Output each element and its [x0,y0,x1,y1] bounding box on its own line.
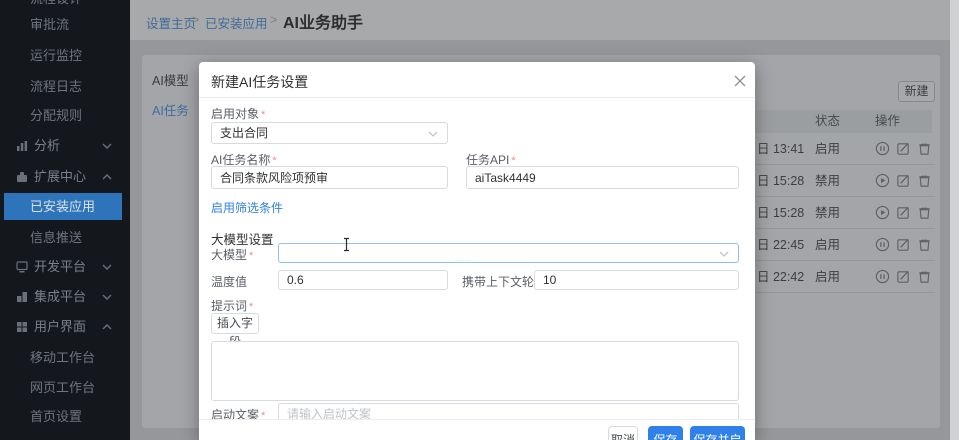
chevron-down-icon [102,143,112,149]
enable-filter-link[interactable]: 启用筛选条件 [211,199,283,216]
edit-icon[interactable] [896,173,911,188]
sidebar: 流程设计 审批流 运行监控 流程日志 分配规则 分析 扩展中心 已安装应用 信息… [0,0,130,440]
cancel-button[interactable]: 取消 [608,426,638,440]
prompt-label: 提示词* [211,297,253,314]
task-name-input[interactable]: 合同条款风险项预审 [211,166,448,189]
delete-icon[interactable] [917,237,932,252]
time-cell: 日 15:28 [757,165,804,197]
chevron-down-icon [102,264,112,270]
sidebar-item-approval-flow[interactable]: 审批流 [0,10,130,40]
analysis-icon [16,140,28,152]
required-mark: * [261,109,265,121]
chevron-down-icon [102,294,112,300]
new-ai-task-modal: 新建AI任务设置 启用对象* 支出合同 AI任务名称* 任务API* 合同条款风… [199,62,755,440]
edit-icon[interactable] [896,237,911,252]
table-row: 日 22:45 启用 [755,229,935,261]
status-cell: 启用 [815,261,840,293]
expansion-center-icon [16,171,28,183]
sidebar-group-analysis[interactable]: 分析 [0,131,130,161]
model-select-faint-text: ...... [455,250,471,263]
breadcrumb-separator: > [270,13,277,27]
page-title: AI业务助手 [283,9,363,33]
table-header: 状态 操作 [755,110,932,133]
chevron-down-icon [428,131,438,137]
delete-icon[interactable] [917,269,932,284]
time-cell: 日 22:42 [757,261,804,293]
column-header-actions: 操作 [875,110,900,133]
model-label: 大模型* [211,246,253,263]
prompt-textarea[interactable] [211,341,739,401]
modal-footer: 取消 保存 保存并启用 [199,419,755,440]
time-cell: 日 22:45 [757,229,804,261]
table-row: 日 13:41 启用 [755,133,935,165]
pause-circle-icon[interactable] [875,269,890,284]
sidebar-group-user-interface[interactable]: 用户界面 [0,312,130,342]
chevron-down-icon [719,251,729,257]
delete-icon[interactable] [917,141,932,156]
sidebar-group-expansion-center[interactable]: 扩展中心 [0,162,130,192]
status-cell: 禁用 [815,165,840,197]
close-icon[interactable] [733,74,747,88]
context-rounds-input[interactable]: 10 [534,270,739,290]
edit-icon[interactable] [896,269,911,284]
delete-icon[interactable] [917,205,932,220]
save-and-enable-button[interactable]: 保存并启用 [690,426,745,440]
play-circle-icon[interactable] [875,173,890,188]
table-row: 日 15:28 禁用 [755,165,935,197]
modal-header-divider [199,97,755,98]
sidebar-item-mobile-workbench[interactable]: 移动工作台 [0,343,130,373]
sidebar-item-home-settings[interactable]: 首页设置 [0,402,130,432]
dev-platform-icon [16,261,28,273]
temperature-input[interactable]: 0.6 [278,270,448,290]
tab-ai-model[interactable]: AI模型 [152,70,189,89]
play-circle-icon[interactable] [875,205,890,220]
time-cell: 日 13:41 [757,133,804,165]
edit-icon[interactable] [896,205,911,220]
task-api-input[interactable]: aiTask4449 [466,166,739,189]
breadcrumb-separator: > [192,13,199,27]
tab-ai-task[interactable]: AI任务 [152,100,189,119]
insert-field-button[interactable]: 插入字段 [211,313,259,334]
enable-target-select[interactable]: 支出合同 [211,122,448,144]
breadcrumb-link-settings-home[interactable]: 设置主页 [146,13,196,32]
sidebar-group-dev-platform[interactable]: 开发平台 [0,252,130,282]
edit-icon[interactable] [896,141,911,156]
delete-icon[interactable] [917,173,932,188]
chevron-up-icon [102,324,112,330]
sidebar-item-run-monitor[interactable]: 运行监控 [0,41,130,71]
save-button[interactable]: 保存 [648,426,683,440]
table-row: 日 22:42 启用 [755,261,935,293]
table-row: 日 15:28 禁用 [755,197,935,229]
sidebar-group-integration-platform[interactable]: 集成平台 [0,282,130,312]
page-scrollbar[interactable] [950,0,959,440]
status-cell: 禁用 [815,197,840,229]
sidebar-item-installed-apps[interactable]: 已安装应用 [4,193,122,220]
breadcrumb-link-installed-apps[interactable]: 已安装应用 [205,13,268,32]
pause-circle-icon[interactable] [875,237,890,252]
chevron-up-icon [102,174,112,180]
sidebar-item-process-log[interactable]: 流程日志 [0,72,130,102]
sidebar-item-web-workbench[interactable]: 网页工作台 [0,373,130,403]
integration-platform-icon [16,291,28,303]
status-cell: 启用 [815,229,840,261]
status-cell: 启用 [815,133,840,165]
breadcrumb-bar: 设置主页 > 已安装应用 > AI业务助手 [130,0,950,40]
required-mark: * [249,250,253,262]
required-mark: * [249,301,253,313]
text-cursor-icon [342,237,351,252]
time-cell: 日 15:28 [757,197,804,229]
modal-title: 新建AI任务设置 [211,72,308,92]
ui-grid-icon [16,321,28,333]
temperature-label: 温度值 [211,273,247,290]
new-button[interactable]: 新建 [898,81,935,102]
column-header-status: 状态 [815,110,840,133]
enable-target-label: 启用对象* [211,105,265,122]
sidebar-item-message-push[interactable]: 信息推送 [0,223,130,253]
sidebar-item-allocation-rules[interactable]: 分配规则 [0,101,130,131]
pause-circle-icon[interactable] [875,141,890,156]
